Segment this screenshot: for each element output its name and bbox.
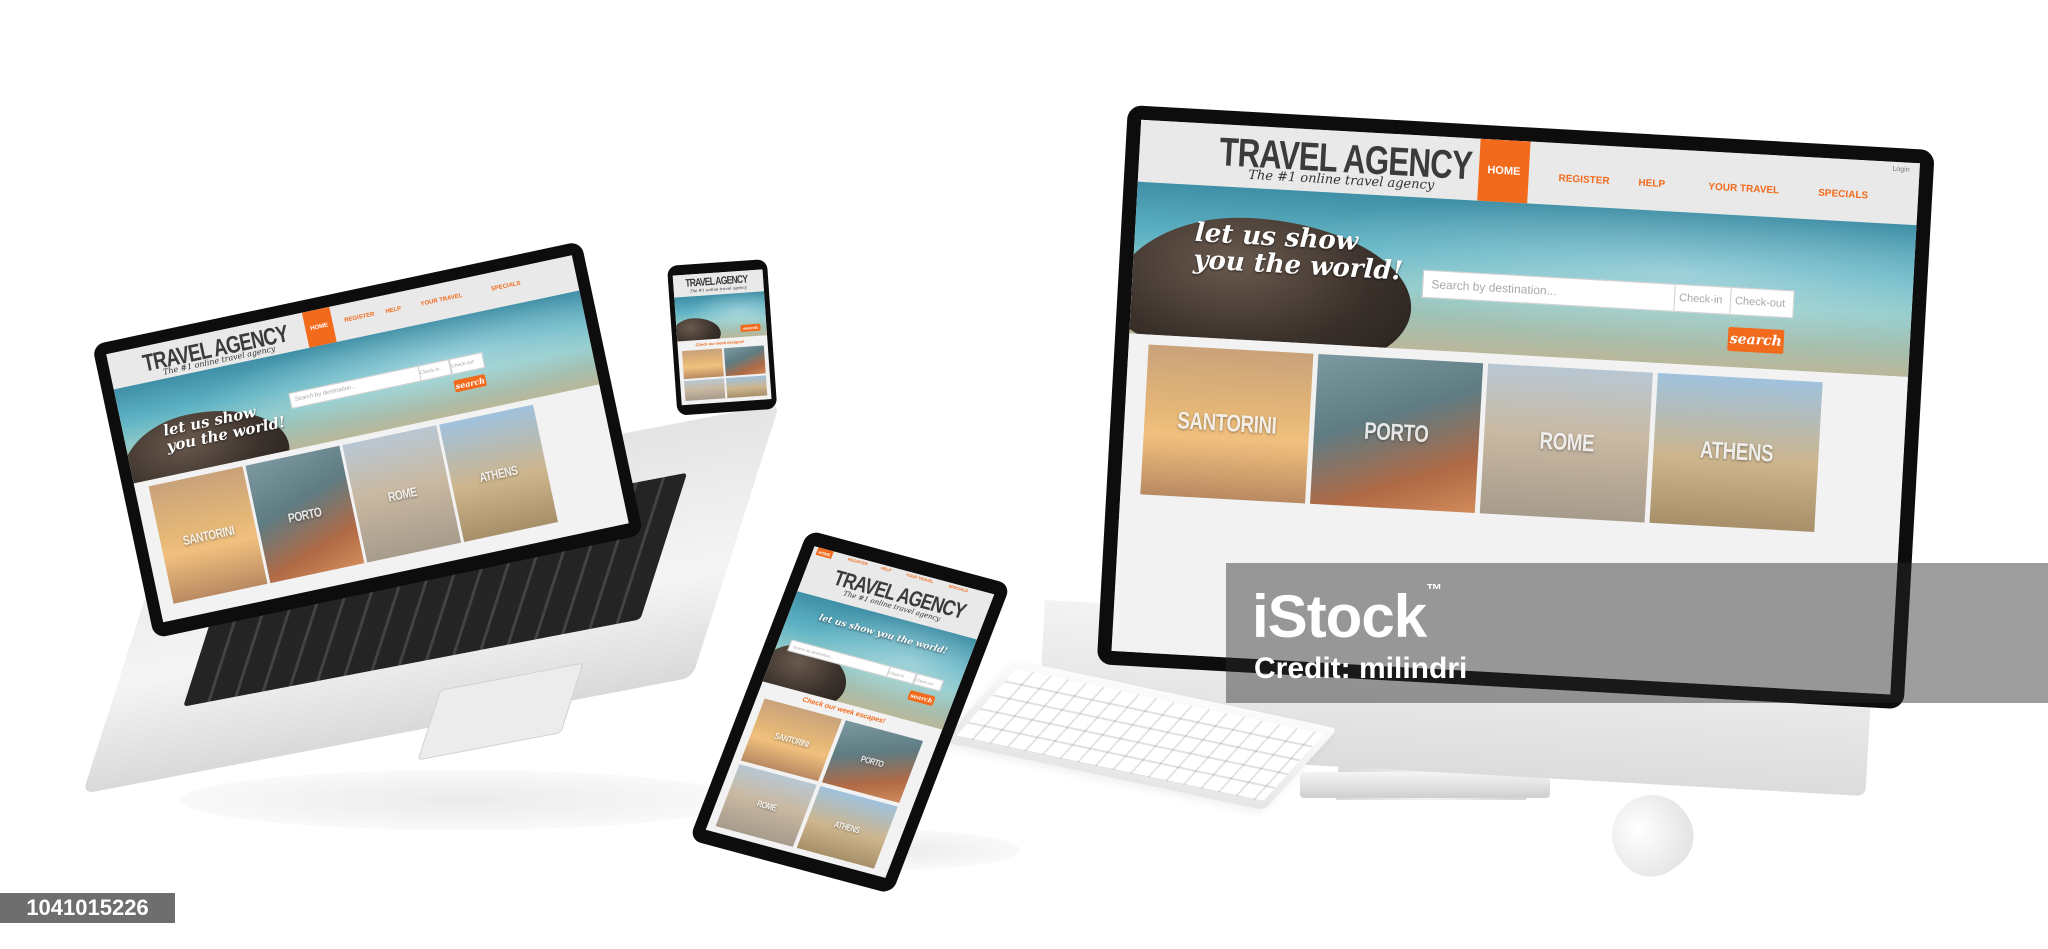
promo-heading: Check our week escapes! <box>695 338 745 348</box>
nav-your-travel[interactable]: YOUR TRAVEL <box>420 293 463 308</box>
tablet-screen: HOME REGISTER HELP YOUR TRAVEL SPECIALS … <box>705 546 995 878</box>
nav-register[interactable]: REGISTER <box>1558 173 1610 187</box>
tile-athens[interactable]: ATHENS <box>439 404 558 542</box>
tile-porto[interactable] <box>723 345 766 377</box>
tile-santorini[interactable] <box>681 348 724 380</box>
login-link[interactable]: Login <box>1892 166 1910 174</box>
hero-banner: search <box>674 291 768 342</box>
nav-your-travel[interactable]: YOUR TRAVEL <box>905 572 934 584</box>
search-input[interactable]: Search by destination... <box>288 364 425 409</box>
tile-porto[interactable]: PORTO <box>1310 354 1484 513</box>
search-button[interactable]: search <box>1727 326 1785 354</box>
tile-santorini[interactable]: SANTORINI <box>1140 344 1314 504</box>
search-button[interactable]: search <box>907 690 936 707</box>
nav-home[interactable]: HOME <box>1477 138 1531 204</box>
tile-athens[interactable] <box>725 375 768 399</box>
nav-specials[interactable]: SPECIALS <box>491 281 522 293</box>
tile-rome[interactable]: ROME <box>1479 363 1653 523</box>
nav-register[interactable]: REGISTER <box>847 557 869 567</box>
checkout-field[interactable]: Check-out <box>448 352 486 375</box>
search-button[interactable]: search <box>740 323 761 333</box>
tile-athens[interactable]: ATHENS <box>1649 372 1823 532</box>
smartphone: TRAVEL AGENCY The #1 online travel agenc… <box>667 259 778 416</box>
image-id-badge: 1041015226 <box>0 893 175 923</box>
checkin-field[interactable]: Check-in <box>417 359 453 382</box>
checkin-field[interactable]: Check-in <box>1673 283 1735 316</box>
search-button[interactable]: search <box>453 374 488 393</box>
nav-specials[interactable]: SPECIALS <box>1818 188 1869 202</box>
nav-help[interactable]: HELP <box>880 565 892 572</box>
tile-rome[interactable] <box>684 378 726 402</box>
checkin-field[interactable]: Check-in <box>885 665 918 685</box>
search-input[interactable]: Search by destination... <box>1421 269 1683 313</box>
watermark-credit: Credit: milindri <box>1254 652 1468 685</box>
nav-help[interactable]: HELP <box>1638 178 1665 190</box>
checkout-field[interactable]: Check-out <box>1729 286 1795 319</box>
phone-screen: TRAVEL AGENCY The #1 online travel agenc… <box>672 269 772 406</box>
nav-your-travel[interactable]: YOUR TRAVEL <box>1708 182 1779 197</box>
nav-home[interactable]: HOME <box>815 547 834 559</box>
hero-tagline: let us show you the world! <box>1192 217 1404 287</box>
hero-rock <box>674 316 722 342</box>
checkout-field[interactable]: Check-out <box>912 673 945 692</box>
nav-specials[interactable]: SPECIALS <box>948 583 969 593</box>
istock-logo: iStock™ <box>1252 582 1442 650</box>
nav-home[interactable]: HOME <box>301 306 337 348</box>
mouse <box>1596 779 1708 891</box>
nav-register[interactable]: REGISTER <box>344 312 375 324</box>
nav-help[interactable]: HELP <box>385 306 402 315</box>
